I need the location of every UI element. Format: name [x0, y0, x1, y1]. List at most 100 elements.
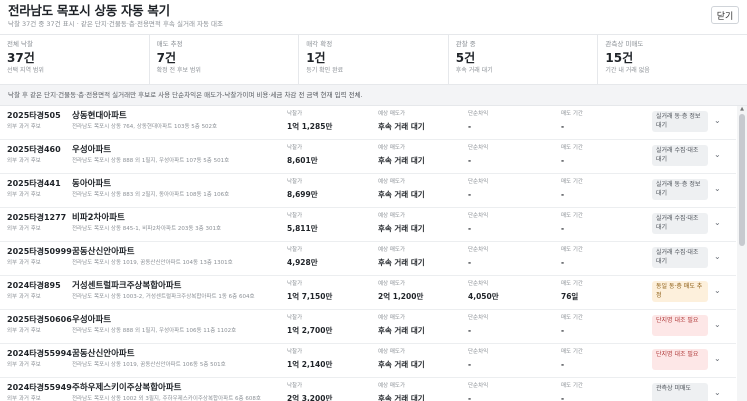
case-row[interactable]: 2025타경1277 외부 과거 후보 비파2차아파트 전라남도 목포시 상동 845… — [0, 208, 736, 242]
case-source: 외부 과거 후보 — [7, 328, 41, 334]
period-label: 매도 기간 — [561, 281, 583, 287]
bid-price-label: 낙찰가 — [287, 213, 303, 219]
profit-label: 단순차익 — [468, 145, 489, 151]
bid-price-value: 2억 3,200만 — [287, 394, 333, 401]
bid-price-value: 5,811만 — [287, 224, 318, 233]
period-label: 매도 기간 — [561, 111, 583, 117]
chevron-down-icon[interactable]: ⌄ — [714, 116, 721, 125]
profit-label: 단순차익 — [468, 247, 489, 253]
case-row[interactable]: 2024타경55949 외부 과거 후보 주하우제스키이주상복합아파트 전라남도 목포… — [0, 378, 736, 401]
status-badge: 실거래 수집·대조 대기 — [652, 247, 708, 268]
period-cell: 매도 기간 - — [561, 144, 583, 166]
case-source: 외부 과거 후보 — [7, 362, 41, 368]
case-source: 외부 과거 후보 — [7, 260, 41, 266]
profit-cell: 단순차익 - — [468, 144, 488, 166]
bid-price-label: 낙찰가 — [287, 247, 303, 253]
stat-sub: 기간 내 거래 없음 — [605, 67, 650, 74]
bid-price-cell: 낙찰가 4,928만 — [287, 246, 318, 268]
case-number: 2025타경1277 — [7, 213, 67, 222]
property-address: 전라남도 목포시 상동 1019, 꿈동산신안아파트 106동 5층 501호 — [72, 362, 226, 368]
property-name: 거성센트럴파크주상복합아파트 — [72, 281, 182, 291]
sale-price-label: 예상 매도가 — [378, 315, 406, 321]
case-source: 외부 과거 후보 — [7, 294, 41, 300]
sale-price-value: 후속 거래 대기 — [378, 190, 425, 199]
property-address: 전라남도 목포시 상동 1019, 꿈동산신안아파트 104동 13층 1301… — [72, 260, 233, 266]
bid-price-value: 4,928만 — [287, 258, 318, 267]
period-label: 매도 기간 — [561, 179, 583, 185]
profit-cell: 단순차익 4,050만 — [468, 280, 499, 302]
bid-price-cell: 낙찰가 1억 2,700만 — [287, 314, 332, 336]
sale-price-value: 후속 거래 대기 — [378, 326, 425, 335]
case-row[interactable]: 2025타경50606 외부 과거 후보 우성아파트 전라남도 목포시 상동 888 … — [0, 310, 736, 344]
sale-price-label: 예상 매도가 — [378, 179, 406, 185]
property-address: 전라남도 목포시 상동 883 외 2필지, 동아아파트 108동 1층 106… — [72, 192, 230, 198]
profit-value: - — [468, 258, 472, 267]
bid-price-label: 낙찰가 — [287, 349, 303, 355]
property-address: 전라남도 목포시 상동 1003-2, 거성센트럴파크주상복합아파트 1동 6층… — [72, 294, 255, 300]
case-number: 2024타경55949 — [7, 383, 72, 392]
status-badge: 단지명 대조 필요 — [652, 349, 708, 370]
case-row[interactable]: 2025타경460 외부 과거 후보 우성아파트 전라남도 목포시 상동 888 외 … — [0, 140, 736, 174]
sale-price-label: 예상 매도가 — [378, 111, 406, 117]
bid-price-label: 낙찰가 — [287, 111, 303, 117]
notice-banner: 낙찰 후 같은 단지·건물동·층·전용면적 실거래만 후보로 사용 단순차익은 … — [0, 85, 747, 106]
property-name: 우성아파트 — [72, 145, 112, 155]
case-row[interactable]: 2024타경895 외부 과거 후보 거성센트럴파크주상복합아파트 전라남도 목포시 … — [0, 276, 736, 310]
profit-cell: 단순차익 - — [468, 382, 488, 401]
bid-price-cell: 낙찰가 8,699만 — [287, 178, 318, 200]
case-row[interactable]: 2025타경441 외부 과거 후보 동아아파트 전라남도 목포시 상동 883 외 … — [0, 174, 736, 208]
period-cell: 매도 기간 - — [561, 348, 583, 370]
bid-price-cell: 낙찰가 2억 3,200만 — [287, 382, 332, 401]
chevron-down-icon[interactable]: ⌄ — [714, 150, 721, 159]
chevron-down-icon[interactable]: ⌄ — [714, 354, 721, 363]
profit-cell: 단순차익 - — [468, 246, 488, 268]
period-cell: 매도 기간 76일 — [561, 280, 583, 302]
scrollbar[interactable]: ▲ — [737, 106, 747, 401]
sale-price-value: 후속 거래 대기 — [378, 122, 425, 131]
bid-price-value: 1억 2,700만 — [287, 326, 333, 335]
scroll-thumb[interactable] — [739, 114, 745, 246]
period-cell: 매도 기간 - — [561, 110, 583, 132]
status-badge: 실거래 동·층 정보 대기 — [652, 179, 708, 200]
scroll-up-icon[interactable]: ▲ — [738, 106, 746, 112]
chevron-down-icon[interactable]: ⌄ — [714, 184, 721, 193]
case-number: 2024타경55994 — [7, 349, 72, 358]
page-title: 전라남도 목포시 상동 자동 복기 — [8, 3, 170, 18]
property-name: 주하우제스키이주상복합아파트 — [72, 383, 182, 393]
bid-price-cell: 낙찰가 1억 2,140만 — [287, 348, 332, 370]
status-badge: 동일 동·층 매도 추정 — [652, 281, 708, 302]
property-address: 전라남도 목포시 상동 764, 상동현대아파트 103동 5층 502호 — [72, 124, 218, 130]
case-row[interactable]: 2025타경50999 외부 과거 후보 꿈동산신안아파트 전라남도 목포시 상동 1… — [0, 242, 736, 276]
status-badge: 관측상 미매도 — [652, 383, 708, 401]
profit-label: 단순차익 — [468, 111, 489, 117]
case-row[interactable]: 2024타경55994 외부 과거 후보 꿈동산신안아파트 전라남도 목포시 상동 1… — [0, 344, 736, 378]
close-button[interactable]: 닫기 — [711, 6, 739, 24]
period-cell: 매도 기간 - — [561, 382, 583, 401]
profit-value: - — [468, 156, 472, 165]
period-value: - — [561, 360, 565, 369]
sale-price-value: 후속 거래 대기 — [378, 394, 425, 401]
chevron-down-icon[interactable]: ⌄ — [714, 320, 721, 329]
period-cell: 매도 기간 - — [561, 212, 583, 234]
profit-cell: 단순차익 - — [468, 110, 488, 132]
sale-price-cell: 예상 매도가 후속 거래 대기 — [378, 212, 425, 234]
property-name: 우성아파트 — [72, 315, 112, 325]
profit-value: - — [468, 326, 472, 335]
period-value: - — [561, 156, 565, 165]
case-row[interactable]: 2025타경505 외부 과거 후보 상동현대아파트 전라남도 목포시 상동 764,… — [0, 106, 736, 140]
stat-total: 전체 낙찰 37건 선택 지역 범위 — [0, 35, 150, 84]
period-value: - — [561, 190, 565, 199]
chevron-down-icon[interactable]: ⌄ — [714, 286, 721, 295]
profit-value: - — [468, 394, 472, 401]
chevron-down-icon[interactable]: ⌄ — [714, 218, 721, 227]
sale-price-value: 2억 1,200만 — [378, 292, 424, 301]
bid-price-label: 낙찰가 — [287, 315, 303, 321]
chevron-down-icon[interactable]: ⌄ — [714, 388, 721, 397]
profit-cell: 단순차익 - — [468, 212, 488, 234]
property-address: 전라남도 목포시 상동 888 외 1필지, 우성아파트 107동 5층 501… — [72, 158, 230, 164]
bid-price-value: 8,699만 — [287, 190, 318, 199]
stat-label: 매각 확정 — [306, 40, 333, 48]
period-value: 76일 — [561, 292, 579, 301]
sale-price-cell: 예상 매도가 후속 거래 대기 — [378, 382, 425, 401]
chevron-down-icon[interactable]: ⌄ — [714, 252, 721, 261]
